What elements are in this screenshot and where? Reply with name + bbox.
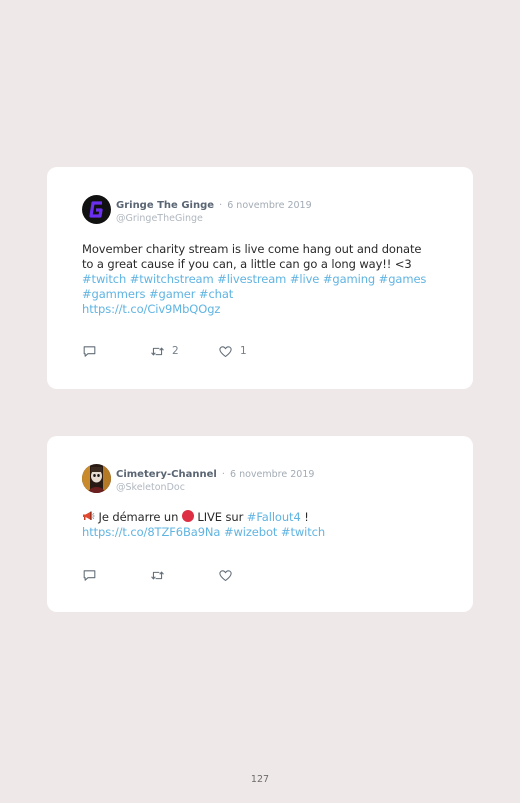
- hashtag-link[interactable]: #twitch: [281, 525, 325, 539]
- hashtag-link[interactable]: #gaming: [323, 272, 375, 286]
- retweet-button[interactable]: [150, 568, 172, 583]
- separator: ·: [221, 469, 225, 480]
- hashtag-line: #twitch #twitchstream #livestream #live …: [82, 272, 452, 287]
- tweet-text: Movember charity stream is live come han…: [82, 242, 452, 317]
- page-number: 127: [250, 774, 270, 785]
- heart-icon: [219, 346, 232, 358]
- hashtag-link[interactable]: #wizebot: [224, 525, 278, 539]
- hashtag-link[interactable]: #live: [290, 272, 320, 286]
- hashtag-link[interactable]: #games: [379, 272, 427, 286]
- tweet-text-line: to a great cause if you can, a little ca…: [82, 257, 412, 271]
- tweet-text-line: Je démarre un LIVE sur #Fallout4 !: [82, 510, 452, 525]
- avatar-logo-icon: [82, 195, 111, 224]
- heart-icon: [219, 570, 232, 582]
- hashtag-line: https://t.co/8TZF6Ba9Na #wizebot #twitch: [82, 525, 452, 540]
- hashtag-link[interactable]: #twitch: [82, 272, 126, 286]
- tweet-header: Gringe The Ginge · 6 novembre 2019 @Grin…: [116, 196, 312, 225]
- hashtag-line: #gammers #gamer #chat: [82, 287, 452, 302]
- tweet-url-link[interactable]: https://t.co/8TZF6Ba9Na: [82, 525, 220, 539]
- retweet-icon: [151, 571, 164, 580]
- author-handle[interactable]: @SkeletonDoc: [116, 481, 314, 494]
- tweet-text: Je démarre un LIVE sur #Fallout4 ! https…: [82, 510, 452, 540]
- like-button[interactable]: 1: [218, 344, 247, 359]
- retweet-count: 2: [172, 345, 179, 357]
- megaphone-icon: [82, 510, 95, 522]
- tweet-actions: [82, 568, 282, 584]
- tweet-text-line: Movember charity stream is live come han…: [82, 242, 422, 256]
- reply-button[interactable]: [82, 344, 97, 359]
- hashtag-link[interactable]: #livestream: [217, 272, 286, 286]
- hashtag-link[interactable]: #twitchstream: [130, 272, 214, 286]
- like-count: 1: [240, 345, 247, 357]
- tweet-text-fragment: LIVE sur: [193, 510, 247, 524]
- hashtag-link[interactable]: #gammers: [82, 287, 145, 301]
- retweet-button[interactable]: 2: [150, 344, 179, 359]
- tweet-card: Gringe The Ginge · 6 novembre 2019 @Grin…: [47, 167, 473, 389]
- like-button[interactable]: [218, 568, 240, 583]
- hashtag-link[interactable]: #Fallout4: [247, 510, 301, 524]
- tweet-actions: 2 1: [82, 344, 282, 360]
- tweet-date[interactable]: 6 novembre 2019: [227, 200, 311, 211]
- tweet-text-fragment: Je démarre un: [95, 510, 182, 524]
- author-name[interactable]: Gringe The Ginge: [116, 200, 214, 211]
- tweet-url-link[interactable]: https://t.co/Civ9MbQOgz: [82, 302, 452, 317]
- author-name[interactable]: Cimetery-Channel: [116, 469, 217, 480]
- avatar[interactable]: [82, 464, 111, 493]
- reply-icon: [83, 346, 96, 357]
- separator: ·: [219, 200, 223, 211]
- reply-icon: [83, 570, 96, 581]
- tweet-header: Cimetery-Channel · 6 novembre 2019 @Skel…: [116, 465, 314, 494]
- retweet-icon: [151, 347, 164, 356]
- tweet-text-fragment: !: [300, 510, 309, 524]
- avatar[interactable]: [82, 195, 111, 224]
- reply-button[interactable]: [82, 568, 97, 583]
- tweet-date[interactable]: 6 novembre 2019: [230, 469, 314, 480]
- author-handle[interactable]: @GringeTheGinge: [116, 212, 312, 225]
- hashtag-link[interactable]: #gamer: [149, 287, 195, 301]
- red-circle-icon: [181, 510, 194, 522]
- tweet-card: Cimetery-Channel · 6 novembre 2019 @Skel…: [47, 436, 473, 612]
- avatar-photo-icon: [82, 464, 111, 493]
- hashtag-link[interactable]: #chat: [199, 287, 233, 301]
